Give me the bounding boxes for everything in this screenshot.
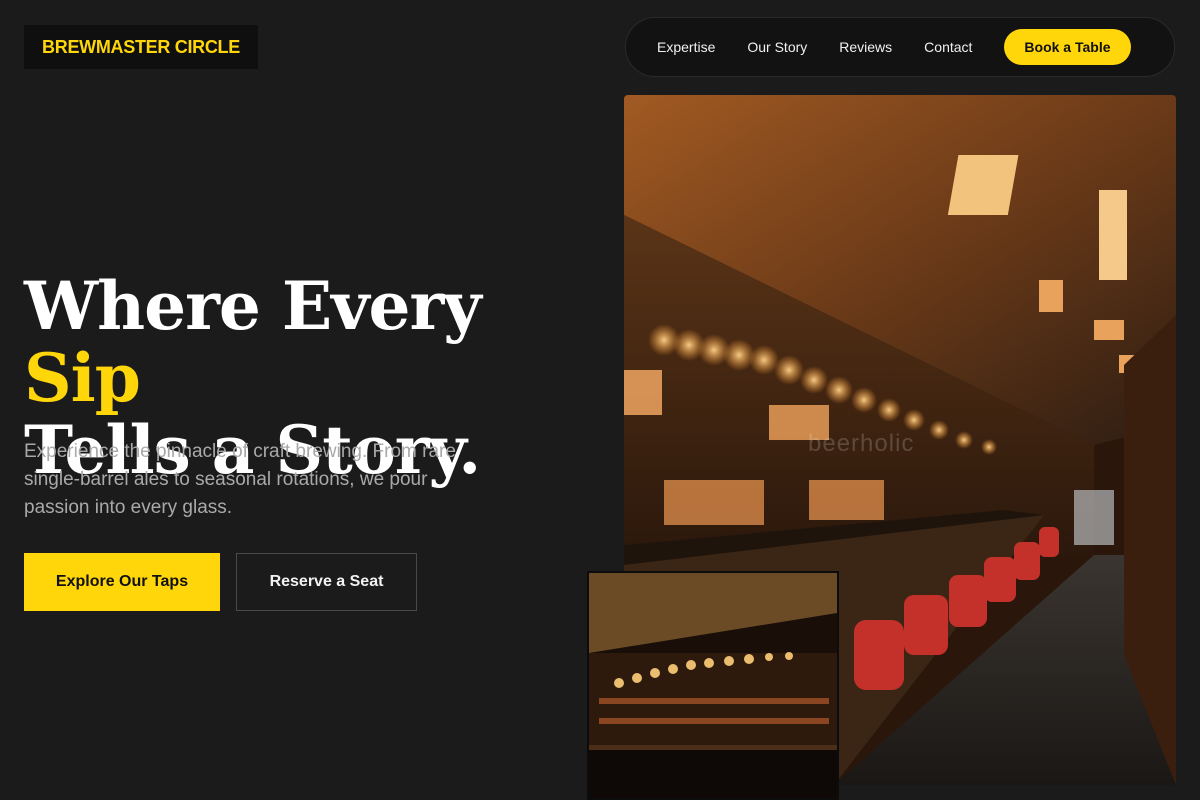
main-nav: Expertise Our Story Reviews Contact Book… <box>625 17 1175 77</box>
bar-inset-photo <box>587 571 839 800</box>
landing-page: BREWMASTER CIRCLE Expertise Our Story Re… <box>0 0 1200 800</box>
explore-taps-button[interactable]: Explore Our Taps <box>24 553 220 611</box>
nav-link-expertise[interactable]: Expertise <box>657 39 715 55</box>
reserve-seat-button[interactable]: Reserve a Seat <box>236 553 417 611</box>
brand-logo-text: BREWMASTER CIRCLE <box>42 36 240 57</box>
headline-accent-word: Sip <box>24 339 141 417</box>
nav-link-contact[interactable]: Contact <box>924 39 972 55</box>
nav-link-reviews[interactable]: Reviews <box>839 39 892 55</box>
nav-link-our-story[interactable]: Our Story <box>747 39 807 55</box>
bar-inset-illustration <box>589 573 837 798</box>
headline-part-1: Where Every <box>24 267 482 345</box>
book-table-button[interactable]: Book a Table <box>1004 29 1131 65</box>
hero-subtext: Experience the pinnacle of craft brewing… <box>24 441 456 518</box>
brand-logo[interactable]: BREWMASTER CIRCLE <box>24 25 258 69</box>
